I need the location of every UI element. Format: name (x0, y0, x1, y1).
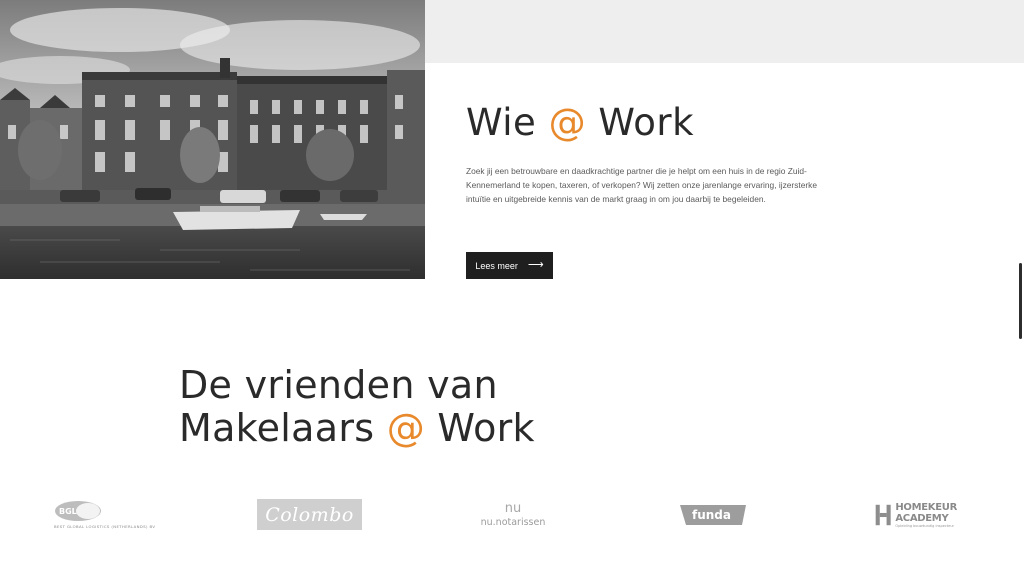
funda-wordmark: funda (692, 508, 731, 522)
partner-logo-nu-notarissen[interactable]: nu nu.notarissen (474, 500, 552, 530)
scrollbar-thumb[interactable] (1019, 263, 1022, 339)
friends-section: De vrienden van Makelaars @ Work (179, 364, 535, 450)
partner-logo-bgl[interactable]: BGL BEST GLOBAL LOGISTICS (NETHERLANDS) … (54, 500, 164, 532)
about-section: Wie @ Work Zoek jij een betrouwbare en d… (466, 100, 846, 206)
friends-title-line2-suffix: Work (425, 406, 535, 450)
friends-title-line2-prefix: Makelaars (179, 406, 387, 450)
hero-photo (0, 0, 425, 279)
nu-notarissen-icon: nu (504, 501, 522, 516)
friends-title-at: @ (386, 406, 426, 450)
friends-title: De vrienden van Makelaars @ Work (179, 364, 535, 450)
about-title-at: @ (548, 101, 587, 144)
about-title: Wie @ Work (466, 100, 846, 146)
about-body: Zoek jij een betrouwbare en daadkrachtig… (466, 166, 818, 204)
bgl-subtitle: BEST GLOBAL LOGISTICS (NETHERLANDS) BV (54, 524, 156, 529)
read-more-button[interactable]: Lees meer ⟶ (466, 252, 553, 279)
partner-logo-homekeur-academy[interactable]: HOMEKEUR ACADEMY Opleiding bouwkundig in… (875, 498, 957, 532)
arrow-right-icon: ⟶ (527, 259, 544, 271)
partner-logo-colombo[interactable]: Colombo (257, 499, 362, 530)
homekeur-subtitle: Opleiding bouwkundig inspecteur (895, 523, 954, 528)
colombo-wordmark: Colombo (265, 503, 354, 526)
homekeur-house-icon (875, 504, 891, 526)
canal-houses-image (0, 0, 425, 279)
homekeur-line1: HOMEKEUR (895, 501, 957, 513)
homekeur-text: HOMEKEUR ACADEMY Opleiding bouwkundig in… (895, 502, 957, 529)
read-more-label: Lees meer (475, 260, 518, 271)
homekeur-line2: ACADEMY (895, 512, 949, 524)
about-title-suffix: Work (586, 101, 695, 144)
nu-notarissen-wordmark: nu.notarissen (480, 517, 546, 528)
header-grey-band (425, 0, 1024, 63)
friends-title-line1: De vrienden van (179, 363, 498, 407)
about-title-prefix: Wie (466, 101, 549, 144)
partner-logo-funda[interactable]: funda (678, 502, 748, 528)
bgl-mark: BGL (59, 507, 77, 516)
